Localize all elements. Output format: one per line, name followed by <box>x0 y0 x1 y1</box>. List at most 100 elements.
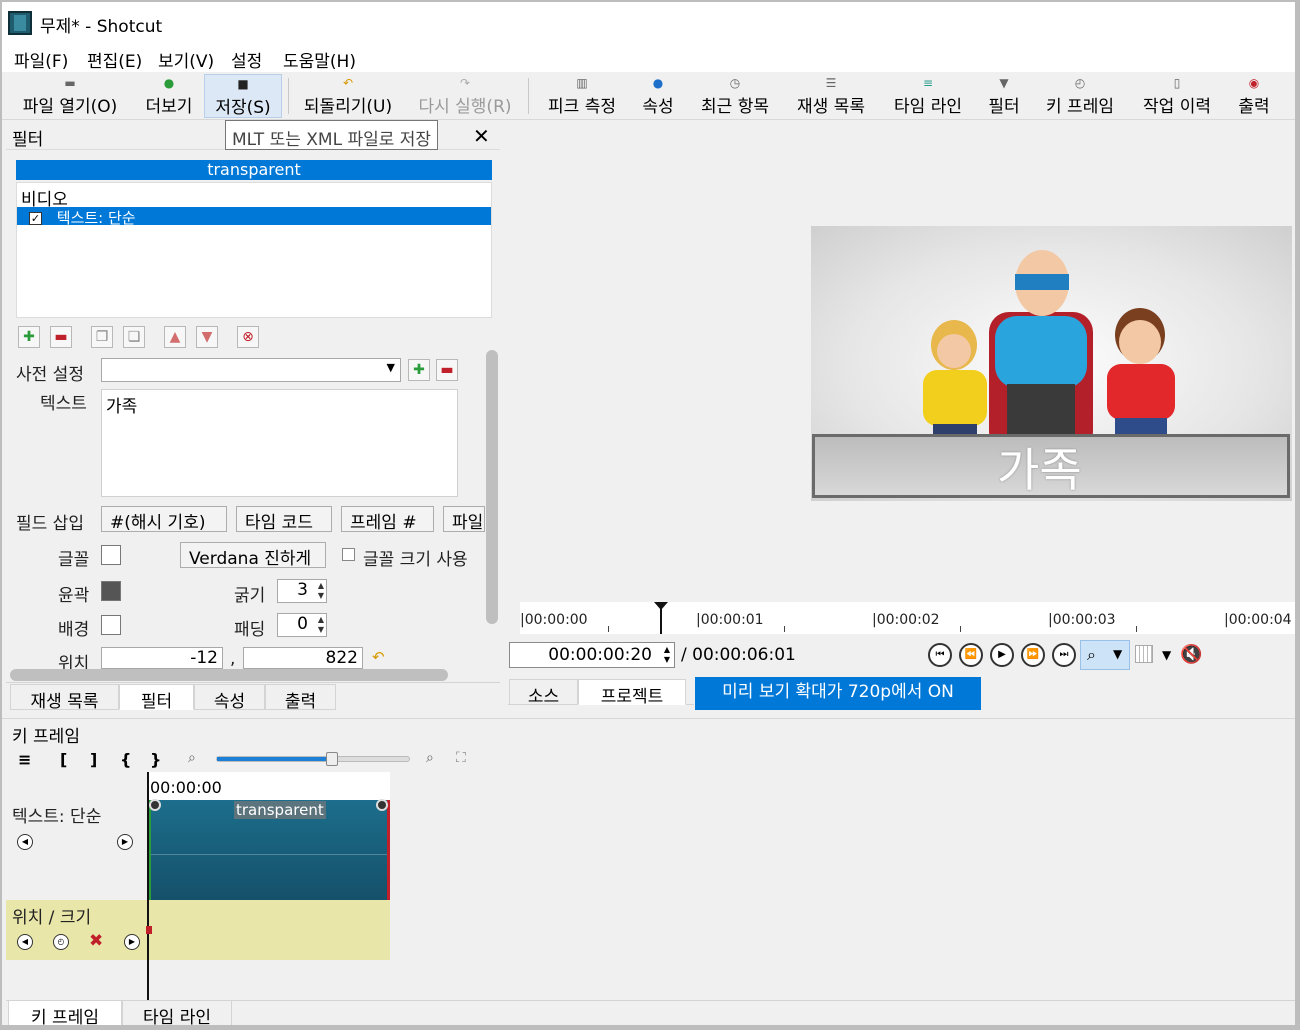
next-keyframe-icon[interactable]: ▶ <box>117 834 133 850</box>
text-input[interactable]: 가족 <box>101 389 458 497</box>
insert-hash-button[interactable]: #(해시 기호) <box>101 506 227 532</box>
previous-keyframe-icon[interactable]: ◀ <box>17 834 33 850</box>
menu-file[interactable]: 파일(F) <box>14 47 68 72</box>
filter-panel-vscroll[interactable] <box>486 350 498 624</box>
next-keyframe-icon[interactable]: ▶ <box>124 934 140 950</box>
position-x-input[interactable]: -12 <box>101 647 223 669</box>
outline-color-swatch[interactable] <box>101 581 121 601</box>
zoom-out-icon[interactable]: ⌕ <box>188 750 196 766</box>
stopwatch-icon[interactable]: ◴ <box>53 934 69 950</box>
filter-button[interactable]: ▼ 필터 <box>984 74 1024 118</box>
insert-timecode-button[interactable]: 타임 코드 <box>236 506 332 532</box>
menu-help[interactable]: 도움말(H) <box>283 47 356 72</box>
spinner-arrows-icon[interactable]: ▲ ▼ <box>318 581 324 601</box>
save-preset-button[interactable]: ✚ <box>408 359 430 381</box>
font-size-checkbox[interactable] <box>342 548 355 561</box>
tab-project[interactable]: 프로젝트 <box>578 679 686 707</box>
filter-panel-hscroll[interactable] <box>10 669 448 681</box>
zoom-slider-thumb[interactable] <box>326 752 339 766</box>
insert-file-button[interactable]: 파일 <box>443 506 485 532</box>
tab-keyframes[interactable]: 키 프레임 <box>8 1000 122 1025</box>
chevron-down-icon: ▼ <box>1113 647 1123 661</box>
rewind-icon[interactable]: ⏪ <box>959 643 983 667</box>
position-y-input[interactable]: 822 <box>243 647 363 669</box>
set-filter-end-button[interactable]: } <box>150 750 161 769</box>
undo-button[interactable]: ↶ 되돌리기(U) <box>298 74 398 118</box>
spinner-arrows-icon[interactable]: ▲ ▼ <box>318 615 324 635</box>
grid-icon[interactable] <box>1135 645 1153 663</box>
previous-keyframe-icon[interactable]: ◀ <box>17 934 33 950</box>
playlist-button[interactable]: ☰ 재생 목록 <box>790 74 872 118</box>
keyframe-button[interactable]: ◴ 키 프레임 <box>1038 74 1122 118</box>
timecode-input[interactable]: 00:00:00:20 ▲ ▼ <box>509 642 675 668</box>
preset-combo[interactable]: ▼ <box>101 358 401 382</box>
app-window: 무제* - Shotcut 파일(F) 편집(E) 보기(V) 설정 도움말(H… <box>0 0 1300 1030</box>
tab-export[interactable]: 출력 <box>265 684 336 712</box>
reset-position-icon[interactable]: ↶ <box>372 648 394 668</box>
properties-button[interactable]: ● 속성 <box>638 74 678 118</box>
open-file-button[interactable]: ▬ 파일 열기(O) <box>16 74 124 118</box>
tab-playlist[interactable]: 재생 목록 <box>10 684 119 712</box>
keyframes-playhead[interactable] <box>147 772 149 1002</box>
deselect-filter-button[interactable]: ⊗ <box>237 326 259 348</box>
keyframe-start-handle[interactable] <box>149 799 161 811</box>
fast-forward-icon[interactable]: ⏩ <box>1021 643 1045 667</box>
menu-view[interactable]: 보기(V) <box>158 47 214 72</box>
font-button[interactable]: Verdana 진하게 <box>180 542 326 568</box>
zoom-slider[interactable] <box>216 752 410 766</box>
padding-spinner[interactable]: 0 ▲ ▼ <box>277 613 327 637</box>
close-panel-icon[interactable]: ✕ <box>473 124 490 148</box>
spinner-arrows-icon[interactable]: ▲ ▼ <box>664 645 670 665</box>
mute-icon[interactable]: 🔇 <box>1180 644 1202 665</box>
history-button[interactable]: ▯ 작업 이력 <box>1136 74 1218 118</box>
move-down-button[interactable]: ▼ <box>196 326 218 348</box>
text-label: 텍스트 <box>40 394 87 414</box>
peak-meter-button[interactable]: ▥ 피크 측정 <box>542 74 622 118</box>
more-button[interactable]: ● 더보기 <box>138 74 200 118</box>
thickness-spinner[interactable]: 3 ▲ ▼ <box>277 579 327 603</box>
font-color-swatch[interactable] <box>101 545 121 565</box>
save-button[interactable]: ■ 저장(S) <box>204 74 282 118</box>
set-in-button[interactable]: [ <box>60 750 67 769</box>
remove-filter-button[interactable]: ▬ <box>50 326 72 348</box>
menu-settings[interactable]: 설정 <box>231 47 262 72</box>
zoom-in-icon[interactable]: ⌕ <box>426 750 434 766</box>
zoom-fit-icon[interactable]: ⛶ <box>456 750 466 766</box>
chevron-down-icon[interactable]: ▼ <box>1162 648 1171 662</box>
skip-previous-icon[interactable]: ⏮ <box>928 643 952 667</box>
insert-frame-button[interactable]: 프레임 # <box>341 506 434 532</box>
recent-button[interactable]: ◷ 최근 항목 <box>694 74 776 118</box>
delete-keyframe-icon[interactable]: ✖ <box>89 931 103 951</box>
set-filter-start-button[interactable]: { <box>120 750 131 769</box>
tab-filter[interactable]: 필터 <box>119 684 194 712</box>
zoom-button[interactable]: ⌕ ▼ <box>1080 640 1130 670</box>
skip-next-icon[interactable]: ⏭ <box>1052 643 1076 667</box>
filter-item[interactable]: ✓ 텍스트: 단순 <box>17 207 491 227</box>
export-button[interactable]: ◉ 출력 <box>1232 74 1276 118</box>
menu-edit[interactable]: 편집(E) <box>87 47 142 72</box>
insert-field-label: 필드 삽입 <box>16 514 84 534</box>
paste-filter-button[interactable]: ❏ <box>123 326 145 348</box>
add-filter-button[interactable]: ✚ <box>18 326 40 348</box>
filter-enable-checkbox[interactable]: ✓ <box>29 212 42 225</box>
record-icon: ◉ <box>1248 76 1260 90</box>
menu-icon[interactable]: ≡ <box>18 750 31 769</box>
redo-button[interactable]: ↷ 다시 실행(R) <box>412 74 518 118</box>
tab-source[interactable]: 소스 <box>509 679 578 707</box>
keyframes-header: 키 프레임 <box>2 718 1295 747</box>
recent-clock-icon: ◷ <box>729 76 741 90</box>
tab-properties[interactable]: 속성 <box>194 684 265 712</box>
preset-label: 사전 설정 <box>16 365 84 385</box>
player-ruler[interactable]: |00:00:00 |00:00:01 |00:00:02 |00:00:03 … <box>520 602 1295 634</box>
delete-preset-button[interactable]: ▬ <box>436 359 458 381</box>
copy-filter-button[interactable]: ❐ <box>91 326 113 348</box>
move-up-button[interactable]: ▲ <box>164 326 186 348</box>
background-color-swatch[interactable] <box>101 615 121 635</box>
play-icon[interactable]: ▶ <box>990 643 1014 667</box>
keyframe-end-handle[interactable] <box>376 799 388 811</box>
font-size-label: 글꼴 크기 사용 <box>363 550 468 570</box>
tab-timeline[interactable]: 타임 라인 <box>122 1000 232 1025</box>
keyframes-ruler[interactable]: 00:00:00 <box>148 772 390 800</box>
set-out-button[interactable]: ] <box>90 750 97 769</box>
timeline-button[interactable]: ≡ 타임 라인 <box>888 74 968 118</box>
